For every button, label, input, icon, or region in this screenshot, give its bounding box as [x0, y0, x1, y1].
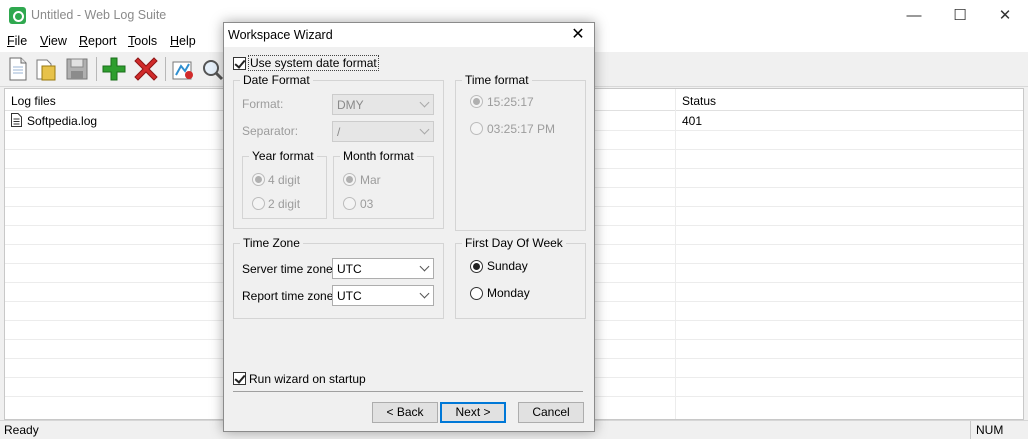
cancel-button[interactable]: Cancel: [518, 402, 584, 423]
date-format-title: Date Format: [240, 73, 313, 87]
time-zone-group: Time Zone: [233, 236, 444, 319]
dialog-titlebar: Workspace Wizard ✕: [224, 23, 594, 47]
menu-tools[interactable]: Tools: [128, 34, 157, 48]
month-name-label: Mar: [360, 173, 381, 187]
back-button[interactable]: < Back: [372, 402, 438, 423]
dialog-title: Workspace Wizard: [228, 28, 333, 42]
run-wizard-on-startup-checkbox[interactable]: [233, 372, 246, 385]
separator-select[interactable]: /: [332, 121, 434, 142]
server-time-zone-value: UTC: [337, 262, 362, 276]
maximize-button[interactable]: ☐: [937, 0, 983, 31]
menu-help[interactable]: Help: [170, 34, 196, 48]
server-time-zone-label: Server time zone:: [242, 262, 337, 276]
dialog-close-button[interactable]: ✕: [562, 23, 594, 47]
toolbar-separator: [165, 57, 166, 81]
sunday-label: Sunday: [487, 259, 528, 273]
month-name-radio[interactable]: [343, 173, 356, 186]
month-number-label: 03: [360, 197, 374, 211]
next-button[interactable]: Next >: [440, 402, 506, 423]
column-header-log-files[interactable]: Log files: [11, 94, 56, 108]
first-day-of-week-group: First Day Of Week: [455, 236, 586, 319]
month-number-radio[interactable]: [343, 197, 356, 210]
new-file-icon[interactable]: [5, 56, 31, 82]
add-plus-icon[interactable]: [101, 56, 127, 82]
use-system-date-label: Use system date format: [248, 55, 379, 71]
delete-x-icon[interactable]: [133, 56, 159, 82]
num-lock-indicator: NUM: [970, 421, 1024, 439]
time-12h-radio[interactable]: [470, 122, 483, 135]
chevron-down-icon: [419, 97, 430, 108]
window-title: Untitled - Web Log Suite: [31, 8, 167, 22]
year-4-digit-label: 4 digit: [268, 173, 301, 187]
separator-value: /: [337, 125, 341, 139]
run-wizard-on-startup-label: Run wizard on startup: [249, 372, 366, 386]
monday-label: Monday: [487, 286, 530, 300]
year-2-digit-radio[interactable]: [252, 197, 265, 210]
separator-label: Separator:: [242, 124, 299, 138]
format-value: DMY: [337, 98, 364, 112]
column-header-status[interactable]: Status: [682, 94, 716, 108]
toolbar-separator: [96, 57, 97, 81]
save-disk-icon[interactable]: [64, 56, 90, 82]
report-time-zone-label: Report time zone:: [242, 289, 337, 303]
chevron-down-icon: [419, 288, 430, 299]
find-magnifier-icon[interactable]: [199, 56, 225, 82]
sunday-radio[interactable]: [470, 260, 483, 273]
chevron-down-icon: [419, 124, 430, 135]
year-2-digit-label: 2 digit: [268, 197, 301, 211]
close-window-button[interactable]: ✕: [982, 0, 1028, 31]
first-day-of-week-title: First Day Of Week: [462, 236, 566, 250]
menu-file[interactable]: File: [7, 34, 27, 48]
time-format-title: Time format: [462, 73, 532, 87]
log-file-icon: [11, 113, 22, 130]
dialog-separator: [233, 391, 583, 392]
chevron-down-icon: [419, 261, 430, 272]
report-time-zone-value: UTC: [337, 289, 362, 303]
time-24h-radio[interactable]: [470, 95, 483, 108]
menu-report[interactable]: Report: [79, 34, 117, 48]
time-24h-label: 15:25:17: [487, 95, 534, 109]
year-format-title: Year format: [249, 149, 317, 163]
format-label: Format:: [242, 97, 284, 111]
report-generate-icon[interactable]: [170, 56, 196, 82]
column-divider: [675, 89, 676, 419]
use-system-date-checkbox[interactable]: [233, 57, 246, 70]
open-folder-icon[interactable]: [33, 56, 59, 82]
month-format-title: Month format: [340, 149, 417, 163]
log-file-name: Softpedia.log: [27, 114, 98, 128]
minimize-button[interactable]: —: [891, 0, 937, 31]
menu-view[interactable]: View: [40, 34, 67, 48]
monday-radio[interactable]: [470, 287, 483, 300]
log-file-status: 401: [682, 114, 703, 128]
year-4-digit-radio[interactable]: [252, 173, 265, 186]
status-text: Ready: [4, 423, 39, 437]
time-12h-label: 03:25:17 PM: [487, 122, 556, 136]
format-select[interactable]: DMY: [332, 94, 434, 115]
app-logo-icon: [9, 7, 26, 24]
time-zone-title: Time Zone: [240, 236, 303, 250]
server-time-zone-select[interactable]: UTC: [332, 258, 434, 279]
workspace-wizard-dialog: Workspace Wizard ✕ Use system date forma…: [223, 22, 595, 432]
report-time-zone-select[interactable]: UTC: [332, 285, 434, 306]
